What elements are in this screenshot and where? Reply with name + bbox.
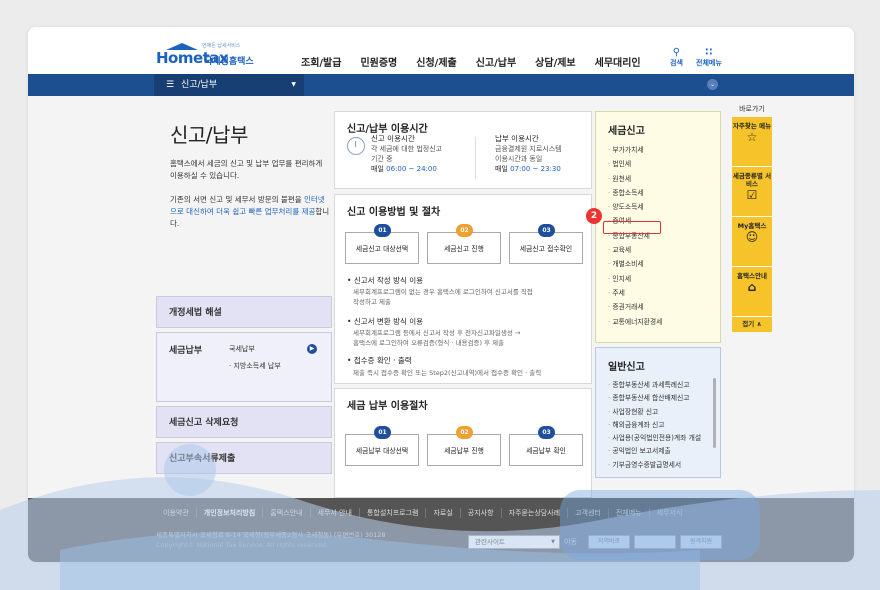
step-confirm-report[interactable]: 03 세금신고 접수확인 (509, 224, 583, 264)
nav-item[interactable]: 세무대리인 (595, 54, 641, 69)
grid-icon: ∷ (705, 47, 713, 58)
quick-guide[interactable]: 홈택스안내 ⌂ (732, 267, 772, 317)
menu-tax-law-revision[interactable]: 개정세법 해설 (156, 296, 332, 328)
checkbox-icon: ☑ (746, 188, 758, 202)
page-description: 홈택스에서 세금의 신고 및 납부 업무를 편리하게 이용하실 수 있습니다. (170, 159, 323, 180)
payment-card: 세금 납부 이용절차 01 세금납부 대상선택 02 세금납부 진행 03 세금납부 … (334, 388, 592, 498)
caret-down-icon: ▼ (551, 539, 555, 545)
banner-1[interactable]: 지역바로 (588, 535, 630, 549)
step-badge: 2 (586, 208, 602, 224)
quick-tax-services[interactable]: 세금종류별 서비스 ☑ (732, 167, 772, 217)
general-item[interactable]: 해외금융계좌 신고 (608, 419, 720, 432)
page-description-2: 기존의 서면 신고 및 세무서 방문의 불편을 인터넷으로 대신하여 더욱 쉽고… (170, 195, 330, 228)
scrollbar[interactable] (713, 378, 716, 448)
link-national-tax-payment[interactable]: 국세납부 (229, 344, 255, 354)
user-icon: ☺ (745, 230, 759, 244)
general-item[interactable]: 기부금영수증발급명세서 (608, 459, 720, 472)
general-report-panel: 일반신고 종합부동산세 과세특례신고 종합부동산세 합산배제신고 사업장현황 신… (595, 347, 721, 478)
browser-frame: 언제든 납세서비스 Hometax 국세청홈택스 조회/발급 민원증명 신청/제… (28, 27, 854, 562)
tax-item[interactable]: 인지세 (608, 272, 720, 286)
step-progress-report[interactable]: 02 세금신고 진행 (427, 224, 501, 264)
search-icon: ⚲ (672, 47, 681, 58)
general-item[interactable]: 사업장현황 신고 (608, 406, 720, 419)
quick-menu: 바로가기 자주찾는 메뉴 ☆ 세금종류별 서비스 ☑ My홈택스 ☺ 홈택스안내 ⌂ 접… (732, 104, 772, 332)
arrow-right-icon[interactable]: ▶ (307, 344, 317, 354)
search-button[interactable]: ⚲ 검색 (670, 47, 683, 68)
nav-item[interactable]: 신고/납부 (476, 54, 516, 69)
page-title: 신고/납부 (170, 123, 248, 147)
step-progress-payment[interactable]: 02 세금납부 진행 (427, 426, 501, 466)
clock-icon (347, 137, 365, 155)
remote-support-banner[interactable]: 원격지원 (680, 535, 722, 549)
tax-item[interactable]: 교통에너지환경세 (608, 315, 720, 329)
nav-item[interactable]: 민원증명 (360, 54, 397, 69)
footer-copyright: Copyright© National Tax Service. All rig… (156, 541, 328, 549)
chevron-down-icon[interactable]: ⌄ (707, 79, 718, 90)
general-item[interactable]: 종합부동산세 합산배제신고 (608, 392, 720, 405)
main-nav: 조회/발급 민원증명 신청/제출 신고/납부 상담/제보 세무대리인 (301, 54, 660, 69)
nav-item[interactable]: 조회/발급 (301, 54, 341, 69)
menu-tax-payment: 세금납부 국세납부 ▶ · 지방소득세 납부 (156, 332, 332, 402)
breadcrumb-dropdown[interactable]: ☰ 신고/납부 ▼ (154, 74, 304, 96)
general-item[interactable]: 종합부동산세 과세특례신고 (608, 379, 720, 392)
header: 언제든 납세서비스 Hometax 국세청홈택스 조회/발급 민원증명 신청/제… (28, 27, 854, 75)
tax-item[interactable]: 종합소득세 (608, 186, 720, 200)
nav-item[interactable]: 상담/제보 (535, 54, 575, 69)
footer-address: 세종특별자치시 국세청로 8-14 국세청(정부세종2청사 국세청동) (우편번… (156, 531, 386, 539)
tax-item[interactable]: 개별소비세 (608, 257, 720, 271)
hours-card: 신고/납부 이용시간 신고 이용시간 각 세금에 대한 법정신고 기간 중 매일… (334, 111, 592, 189)
home-icon: ⌂ (747, 280, 757, 294)
general-item[interactable]: 공익법인 보고서제출 (608, 445, 720, 458)
tax-item[interactable]: 원천세 (608, 172, 720, 186)
general-item[interactable]: 사업용(공익법인전용)계좌 개설 (608, 432, 720, 445)
nav-item[interactable]: 신청/제출 (416, 54, 456, 69)
hometax-logo[interactable]: 언제든 납세서비스 Hometax 국세청홈택스 (156, 43, 276, 70)
tax-item[interactable]: 부가가치세 (608, 143, 720, 157)
banner-2[interactable] (634, 535, 676, 549)
quick-close[interactable]: 접기 ∧ (732, 317, 772, 332)
link-local-income-tax[interactable]: · 지방소득세 납부 (229, 361, 281, 371)
caret-down-icon: ▼ (291, 81, 296, 88)
tax-item-capital-gains[interactable]: 양도소득세 (608, 200, 720, 214)
go-button[interactable]: 이동 (564, 535, 577, 549)
allmenu-button[interactable]: ∷ 전체메뉴 (696, 47, 722, 68)
step-select-report[interactable]: 01 세금신고 대상선택 (345, 224, 419, 264)
star-icon: ☆ (746, 130, 758, 144)
tax-item[interactable]: 증권거래세 (608, 300, 720, 314)
tax-item[interactable]: 법인세 (608, 157, 720, 171)
quick-my-hometax[interactable]: My홈택스 ☺ (732, 217, 772, 267)
method-card: 신고 이용방법 및 절차 01 세금신고 대상선택 02 세금신고 진행 03 세금신… (334, 194, 592, 384)
related-site-select[interactable]: 관련사이트 ▼ (468, 535, 560, 549)
step-confirm-payment[interactable]: 03 세금납부 확인 (509, 426, 583, 466)
menu-delete-request[interactable]: 세금신고 삭제요청 (156, 406, 332, 438)
main-content: 신고/납부 홈택스에서 세금의 신고 및 납부 업무를 편리하게 이용하실 수 … (28, 96, 854, 498)
sub-navbar: ☰ 신고/납부 ▼ ⌄ (28, 74, 854, 96)
tax-item[interactable]: 주세 (608, 286, 720, 300)
hamburger-icon: ☰ (166, 80, 175, 90)
tax-item[interactable]: 교육세 (608, 243, 720, 257)
step-select-payment[interactable]: 01 세금납부 대상선택 (345, 426, 419, 466)
footer-links: 이용약관 개인정보처리방침 홈택스안내 세무서 안내 통합설치프로그램 자료실 … (156, 508, 689, 518)
quick-favorites[interactable]: 자주찾는 메뉴 ☆ (732, 117, 772, 167)
footer: 이용약관 개인정보처리방침 홈택스안내 세무서 안내 통합설치프로그램 자료실 … (28, 498, 854, 562)
menu-attachment-submit[interactable]: 신고부속서류제출 (156, 442, 332, 474)
highlight-box (603, 221, 661, 234)
